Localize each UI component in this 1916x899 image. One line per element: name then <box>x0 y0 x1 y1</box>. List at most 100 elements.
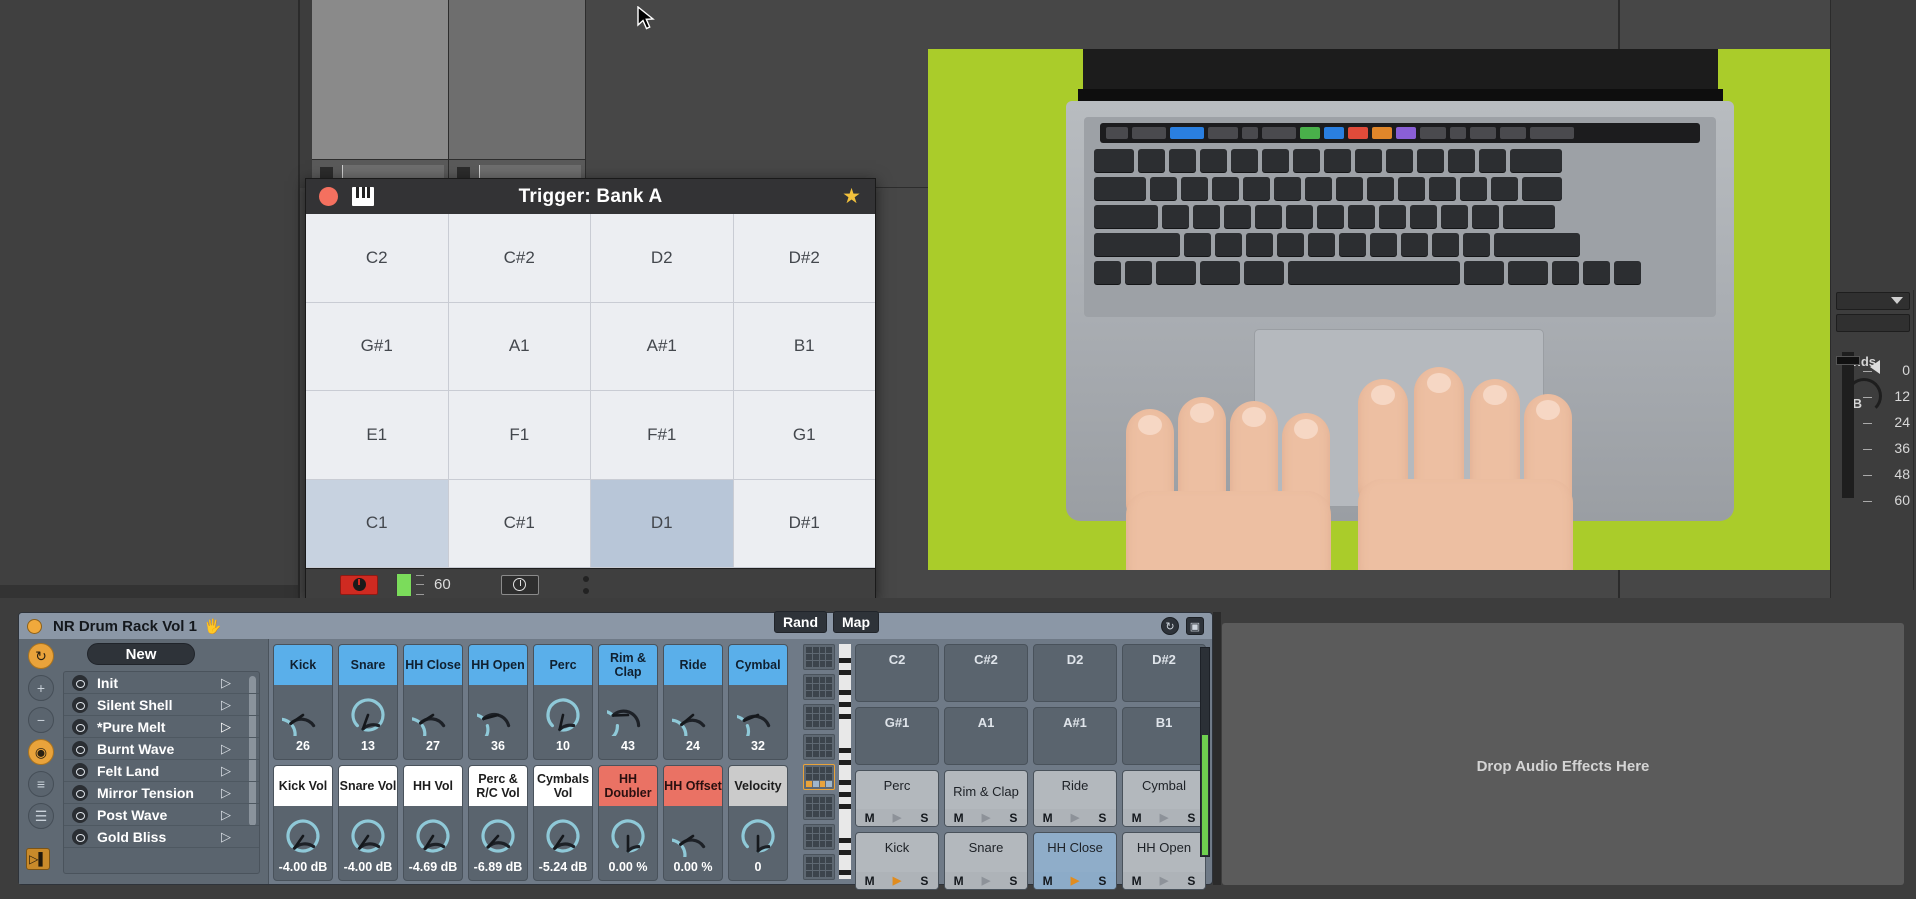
star-icon[interactable]: ★ <box>842 186 861 207</box>
mute-button[interactable]: M <box>1123 874 1150 888</box>
hot-swap-circle-icon[interactable]: ↻ <box>28 643 54 669</box>
overview-map-block[interactable] <box>803 734 835 760</box>
overview-map-block[interactable] <box>803 764 835 790</box>
macro-control[interactable]: HH Close 27 <box>403 644 463 760</box>
macro-knob[interactable] <box>607 694 649 736</box>
add-macro-icon[interactable]: + <box>28 675 54 701</box>
trigger-pad-grid[interactable]: C2 C#2 D2 D#2 G#1 A1 A#1 B1 E1 F1 F#1 G1 C1 C#1 D1 D#1 <box>306 214 875 568</box>
solo-button[interactable]: S <box>911 874 938 888</box>
macro-label[interactable]: HH Close <box>404 645 462 685</box>
solo-button[interactable]: S <box>1089 874 1116 888</box>
trigger-pad[interactable]: D1 <box>591 479 733 567</box>
trigger-pad[interactable]: A#1 <box>591 302 733 390</box>
macro-knob[interactable] <box>542 815 584 857</box>
overview-map-block[interactable] <box>803 824 835 850</box>
chain-play-icon[interactable]: ▷▌ <box>26 848 50 870</box>
macro-control[interactable]: Snare 13 <box>338 644 398 760</box>
track-column-2[interactable] <box>449 0 586 188</box>
macro-control[interactable]: Ride 24 <box>663 644 723 760</box>
macro-knob[interactable] <box>282 815 324 857</box>
device-titlebar[interactable]: NR Drum Rack Vol 1 🖐 ↻ ▣ <box>19 613 1212 639</box>
drum-pad[interactable]: Perc M ▶ S <box>855 769 939 828</box>
preset-list-item[interactable]: Init ▷ <box>64 672 259 694</box>
macro-control[interactable]: HH Vol -4.69 dB <box>403 765 463 881</box>
preset-play-arrow-icon[interactable]: ▷ <box>221 829 231 845</box>
overview-map-block[interactable] <box>803 674 835 700</box>
track-column-1[interactable] <box>312 0 449 188</box>
trigger-pad[interactable]: C#1 <box>448 479 590 567</box>
drum-pad[interactable]: D#2 <box>1122 644 1206 702</box>
macro-label[interactable]: Cymbals Vol <box>534 766 592 806</box>
clip-slot[interactable] <box>312 0 448 160</box>
macro-label[interactable]: Ride <box>664 645 722 685</box>
device-power-led[interactable] <box>27 618 42 634</box>
map-button[interactable]: Map <box>833 611 879 633</box>
macro-control[interactable]: Kick Vol -4.00 dB <box>273 765 333 881</box>
drum-pad[interactable]: A1 <box>944 706 1028 765</box>
macro-knob[interactable] <box>607 815 649 857</box>
preview-play-icon[interactable]: ▶ <box>972 874 999 887</box>
mute-button[interactable]: M <box>945 874 972 888</box>
drum-pad[interactable]: D2 <box>1033 644 1117 702</box>
mute-button[interactable]: M <box>856 811 883 825</box>
macro-control[interactable]: Perc 10 <box>533 644 593 760</box>
preset-play-arrow-icon[interactable]: ▷ <box>221 675 231 691</box>
macro-control[interactable]: Cymbals Vol -5.24 dB <box>533 765 593 881</box>
drum-pad[interactable]: HH Close M ▶ S <box>1033 832 1117 890</box>
device-select-dropdown[interactable] <box>1836 292 1910 310</box>
preview-play-icon[interactable]: ▶ <box>883 874 910 887</box>
midi-activity-button[interactable] <box>340 574 378 595</box>
macro-knob[interactable] <box>412 694 454 736</box>
macro-control[interactable]: Rim & Clap 43 <box>598 644 658 760</box>
macro-control[interactable]: Velocity 0 <box>728 765 788 881</box>
macro-knob[interactable] <box>737 815 779 857</box>
drum-pad[interactable]: G#1 <box>855 706 939 765</box>
macro-label[interactable]: HH Doubler <box>599 766 657 806</box>
preview-play-icon[interactable]: ▶ <box>1150 874 1177 887</box>
drum-pad[interactable]: HH Open M ▶ S <box>1122 832 1206 890</box>
macro-knob[interactable] <box>477 815 519 857</box>
macro-label[interactable]: Cymbal <box>729 645 787 685</box>
trigger-pad[interactable]: B1 <box>733 302 875 390</box>
list-view-icon[interactable]: ☰ <box>28 803 54 829</box>
macro-knob[interactable] <box>737 694 779 736</box>
trigger-pad[interactable]: G1 <box>733 391 875 479</box>
preset-play-arrow-icon[interactable]: ▷ <box>221 763 231 779</box>
overview-map-block[interactable] <box>803 704 835 730</box>
macro-label[interactable]: Kick Vol <box>274 766 332 806</box>
macro-control[interactable]: HH Offset 0.00 % <box>663 765 723 881</box>
drum-pad-grid[interactable]: C2 C#2 D2 D#2 G#1 A1 A#1 B1 Perc M ▶ S Rim & Clap M ▶ S… <box>855 644 1206 890</box>
remove-macro-icon[interactable]: − <box>28 707 54 733</box>
macro-control[interactable]: Snare Vol -4.00 dB <box>338 765 398 881</box>
macro-knob[interactable] <box>542 694 584 736</box>
camera-snapshot-icon[interactable]: ◉ <box>28 739 54 765</box>
trigger-pad[interactable]: F1 <box>448 391 590 479</box>
trigger-pad[interactable]: A1 <box>448 302 590 390</box>
solo-button[interactable]: S <box>1000 874 1027 888</box>
drum-pad[interactable]: B1 <box>1122 706 1206 765</box>
macro-control[interactable]: Perc & R/C Vol -6.89 dB <box>468 765 528 881</box>
solo-button[interactable]: S <box>1000 811 1027 825</box>
preset-play-arrow-icon[interactable]: ▷ <box>221 807 231 823</box>
hot-swap-icon[interactable]: ↻ <box>1161 617 1179 635</box>
device-field[interactable] <box>1836 314 1910 332</box>
macro-control[interactable]: HH Open 36 <box>468 644 528 760</box>
macro-label[interactable]: HH Open <box>469 645 527 685</box>
macro-knob[interactable] <box>347 694 389 736</box>
preview-play-icon[interactable]: ▶ <box>972 811 999 824</box>
preset-list[interactable]: Init ▷ Silent Shell ▷ *Pure Melt ▷ Burnt Wave ▷… <box>63 671 260 874</box>
preview-play-icon[interactable]: ▶ <box>1061 811 1088 824</box>
trigger-pad[interactable]: C1 <box>306 479 448 567</box>
mute-button[interactable]: M <box>1123 811 1150 825</box>
macro-label[interactable]: Rim & Clap <box>599 645 657 685</box>
macro-knob[interactable] <box>672 694 714 736</box>
preset-list-item[interactable]: Gold Bliss ▷ <box>64 826 259 848</box>
macro-knob[interactable] <box>282 694 324 736</box>
mute-button[interactable]: M <box>856 874 883 888</box>
macro-label[interactable]: Perc <box>534 645 592 685</box>
trigger-plugin-window[interactable]: Trigger: Bank A ★ C2 C#2 D2 D#2 G#1 A1 A#1 B1 E1… <box>305 178 876 600</box>
variation-icon[interactable]: ≡ <box>28 771 54 797</box>
preview-play-icon[interactable]: ▶ <box>883 811 910 824</box>
trigger-pad[interactable]: D2 <box>591 214 733 302</box>
trigger-pad[interactable]: D#1 <box>733 479 875 567</box>
